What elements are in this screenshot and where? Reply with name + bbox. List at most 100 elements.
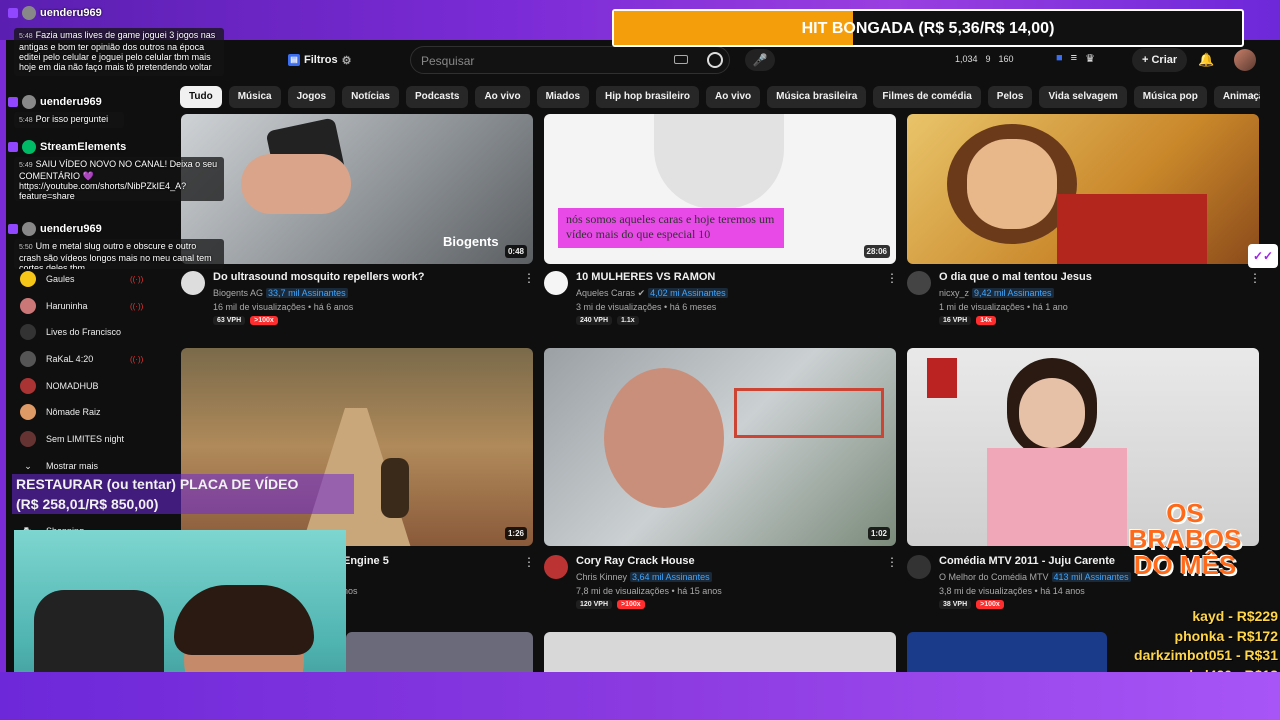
more-options-icon[interactable]: ⋮ [886,271,898,285]
channel-avatar [20,351,36,367]
chip-11[interactable]: Pelos [987,86,1033,108]
donor-entry: phonka - R$172 [1174,627,1278,644]
person-image [654,114,784,209]
channel-avatar [20,298,36,314]
verified-icon: ✔ [637,288,646,298]
donor-entry: darkzimbot051 - R$31 [1134,647,1278,663]
stream-frame-bottom [0,672,1280,720]
chat-avatar [22,140,36,154]
channel-avatar[interactable] [544,271,568,295]
channel-name[interactable]: Biogents AG [213,288,263,298]
bell-icon[interactable]: 🔔 [1198,52,1214,68]
extension-badge-icon[interactable]: ✓✓ [1248,244,1278,268]
chip-0[interactable]: Tudo [180,86,222,108]
twitch-icon [8,224,18,234]
keyboard-icon[interactable] [674,55,688,64]
more-options-icon[interactable]: ⋮ [523,555,535,569]
chat-text: Um e metal slug outro e obscure e outro … [19,241,212,269]
goal-amount: (R$ 258,01/R$ 850,00) [16,496,159,512]
video-title[interactable]: Engine 5 [343,555,389,567]
video-thumbnail[interactable] [346,632,533,672]
duration-badge: 28:06 [863,245,890,258]
more-options-icon[interactable]: ⋮ [886,555,898,569]
video-title[interactable]: 10 MULHERES VS RAMON [576,271,715,283]
chip-8[interactable]: Ao vivo [706,86,761,108]
chevron-down-icon: ⌄ [24,460,32,471]
chip-13[interactable]: Música pop [1133,86,1207,108]
channel-avatar[interactable] [544,555,568,579]
avatar[interactable] [1234,49,1256,71]
chip-9[interactable]: Música brasileira [767,86,867,108]
subscriber-count: 9,42 mil Assinantes [972,288,1054,298]
channel-avatar[interactable] [181,271,205,295]
brabos-line: DO MÊS [1133,550,1237,580]
chat-message: uenderu969 5:48 Por isso perguntei [8,95,124,128]
chip-5[interactable]: Ao vivo [475,86,530,108]
create-button[interactable]: + Criar [1132,48,1188,72]
show-more-label: Mostrar mais [46,461,99,471]
chat-username: uenderu969 [40,7,102,19]
video-thumbnail[interactable] [544,632,896,672]
channel-avatar [20,431,36,447]
outlier-badge: >100x [976,600,1004,609]
video-title[interactable]: O dia que o mal tentou Jesus [939,271,1092,283]
channel-name[interactable]: O Melhor do Comédia MTV [939,572,1049,582]
channel-name[interactable]: Aqueles Caras [576,288,635,298]
video-meta: 1 mi de visualizações • há 1 ano [939,302,1068,312]
chat-text: Por isso perguntei [35,114,109,124]
twitch-icon [8,142,18,152]
more-options-icon[interactable]: ⋮ [523,271,535,285]
search-icon[interactable] [707,52,723,68]
channel-name[interactable]: Chris Kinney [576,572,627,582]
chevron-right-icon[interactable]: › [1250,88,1254,102]
chip-12[interactable]: Vida selvagem [1039,86,1127,108]
chip-4[interactable]: Podcasts [405,86,469,108]
video-thumbnail[interactable] [907,632,1107,672]
channel-name[interactable]: nicxy_z [939,288,969,298]
sidebar-item-nomadhub[interactable]: NOMADHUB [20,377,99,395]
chat-message: uenderu969 5:48 Fazia umas lives de game … [8,6,224,76]
video-thumbnail[interactable]: Biogents 0:48 [181,114,533,264]
channel-avatar[interactable] [907,555,931,579]
video-thumbnail[interactable] [907,114,1259,264]
video-title[interactable]: Cory Ray Crack House [576,555,695,567]
sidebar-item-gaules[interactable]: Gaules [20,270,75,288]
stat-comments: 160 [998,54,1014,64]
show-more-button[interactable]: ⌄ Mostrar mais [20,457,98,475]
vph-badge: 240 VPH [576,316,613,325]
mic-icon[interactable]: 🎤 [745,49,775,71]
extension-icon[interactable]: ■ [1056,52,1063,65]
chip-3[interactable]: Notícias [342,86,399,108]
sidebar-item-nomade-raiz[interactable]: Nômade Raiz [20,403,101,421]
streamer-hair-image [174,585,314,655]
twitch-icon [8,8,18,18]
duration-badge: 1:02 [867,527,890,540]
sidebar-item-lives-francisco[interactable]: Lives do Francisco [20,323,121,341]
chip-10[interactable]: Filmes de comédia [873,86,981,108]
trophy-icon[interactable]: ♛ [1085,52,1095,65]
video-thumbnail[interactable]: nós somos aqueles caras e hoje teremos u… [544,114,896,264]
subscriber-count: 4,02 mi Assinantes [648,288,728,298]
chip-2[interactable]: Jogos [287,86,336,108]
sidebar-item-sem-limites[interactable]: Sem LIMITES night [20,430,124,448]
video-thumbnail[interactable]: 1:02 [544,348,896,546]
sidebar-item-rakal[interactable]: RaKaL 4:20 [20,350,93,368]
chip-7[interactable]: Hip hop brasileiro [596,86,700,108]
chip-1[interactable]: Música [228,86,281,108]
chip-6[interactable]: Miados [536,86,590,108]
video-thumbnail[interactable]: 1:26 [181,348,533,546]
sidebar-item-label: Nômade Raiz [46,407,101,417]
channel-avatar [20,378,36,394]
live-indicator-icon: ((·)) [130,275,144,284]
video-title[interactable]: Do ultrasound mosquito repellers work? [213,271,424,283]
duration-badge: 1:26 [504,527,527,540]
cartoon-face-image [967,139,1057,229]
video-title[interactable]: Comédia MTV 2011 - Juju Carente [939,555,1115,567]
filters-button[interactable]: ▤ Filtros ⚙ [288,50,352,70]
more-options-icon[interactable]: ⋮ [1249,271,1261,285]
list-icon[interactable]: ≡ [1071,52,1077,65]
video-info: Cory Ray Crack House Chris Kinney 3,64 mi… [544,555,898,615]
channel-avatar[interactable] [907,271,931,295]
chat-message: StreamElements 5:49 SAIU VÍDEO NOVO NO CA… [8,140,224,201]
sidebar-item-haruninha[interactable]: Haruninha [20,297,88,315]
